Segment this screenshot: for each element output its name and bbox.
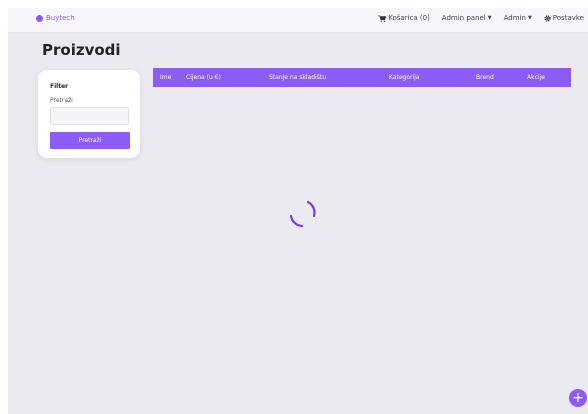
navbar: Buytech Košarica (0) Admin panel ▼ Admin… bbox=[8, 8, 588, 33]
admin-panel-label: Admin panel bbox=[441, 14, 486, 22]
cart-label: Košarica (0) bbox=[388, 14, 430, 22]
column-header-category[interactable]: Kategorija bbox=[389, 74, 420, 81]
app-window: Buytech Košarica (0) Admin panel ▼ Admin… bbox=[8, 8, 588, 414]
gear-icon bbox=[544, 14, 551, 22]
cart-icon bbox=[378, 14, 387, 22]
column-header-price[interactable]: Cijena (u €) bbox=[186, 74, 221, 81]
brand-link[interactable]: Buytech bbox=[36, 14, 75, 22]
column-header-actions[interactable]: Akcije bbox=[527, 74, 545, 81]
settings-label: Postavke bbox=[552, 14, 584, 22]
products-table-header: Ime Cijena (u €) Stanje na skladištu Kat… bbox=[153, 68, 571, 87]
admin-panel-dropdown[interactable]: Admin panel ▼ bbox=[442, 14, 492, 22]
brand-logo-icon bbox=[36, 14, 43, 22]
filter-title: Filter bbox=[50, 83, 69, 90]
search-button[interactable]: Pretraži bbox=[50, 132, 130, 149]
admin-label: Admin bbox=[503, 14, 526, 22]
search-input[interactable] bbox=[50, 107, 129, 125]
add-product-button[interactable]: + bbox=[569, 389, 587, 407]
column-header-name[interactable]: Ime bbox=[160, 74, 171, 81]
admin-dropdown[interactable]: Admin ▼ bbox=[504, 14, 532, 22]
column-header-stock[interactable]: Stanje na skladištu bbox=[269, 74, 326, 81]
search-label: Pretraži bbox=[50, 97, 73, 104]
column-header-brand[interactable]: Brend bbox=[476, 74, 494, 81]
caret-down-icon: ▼ bbox=[487, 15, 492, 21]
filter-card: Filter Pretraži Pretraži bbox=[38, 70, 140, 158]
brand-name: Buytech bbox=[46, 14, 75, 22]
settings-link[interactable]: Postavke bbox=[544, 14, 584, 22]
plus-icon: + bbox=[572, 390, 584, 406]
navbar-right: Košarica (0) Admin panel ▼ Admin ▼ Posta… bbox=[366, 14, 584, 22]
cart-link[interactable]: Košarica (0) bbox=[378, 14, 430, 22]
loading-spinner bbox=[289, 200, 316, 228]
page-title: Proizvodi bbox=[42, 41, 121, 59]
caret-down-icon: ▼ bbox=[527, 15, 532, 21]
